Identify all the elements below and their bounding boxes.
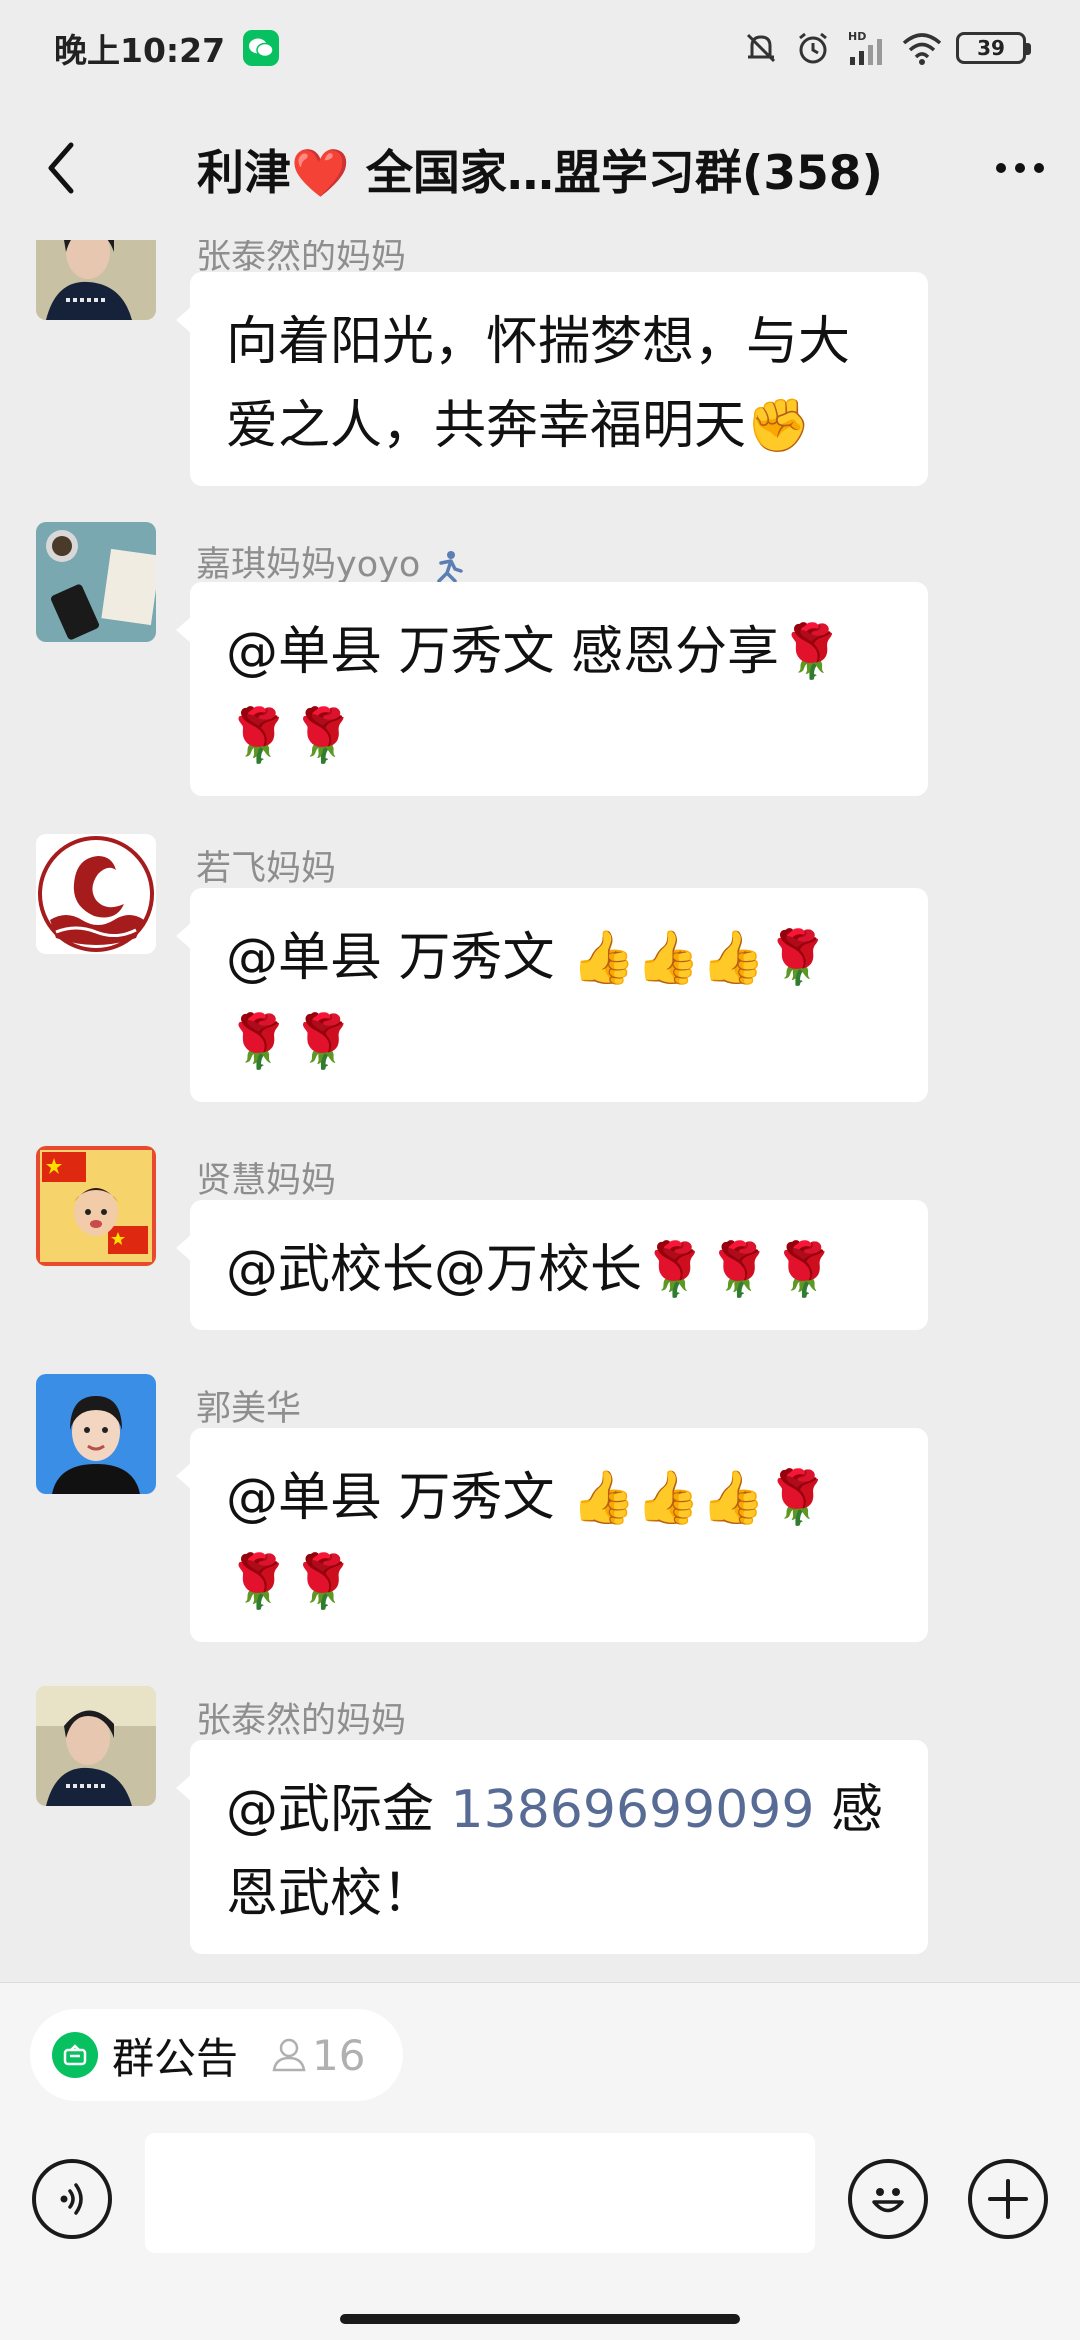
sender-avatar[interactable] [36, 522, 156, 642]
person-icon [272, 2038, 306, 2072]
more-dot [1034, 163, 1044, 173]
sender-avatar[interactable] [36, 1374, 156, 1494]
announcement-icon [52, 2032, 98, 2078]
smiley-icon [872, 2188, 904, 2213]
wechat-notification-icon [243, 30, 280, 66]
sender-avatar[interactable] [36, 240, 156, 320]
sender-name: 郭美华 [196, 1389, 302, 1429]
network-label: HD [848, 30, 866, 43]
mute-icon [742, 29, 780, 67]
message-input[interactable] [145, 2133, 815, 2253]
mention-text: @武际金 [226, 1780, 451, 1840]
message-bubble[interactable]: @武校长@万校长🌹🌹🌹 [176, 1200, 928, 1330]
sender-avatar[interactable] [36, 1686, 156, 1806]
battery-indicator: 39 [956, 32, 1031, 64]
status-icons: HD 39 [742, 29, 1031, 67]
message-bubble[interactable]: @单县 万秀文 👍👍👍🌹🌹🌹 [176, 1428, 928, 1642]
wechat-group-chat: 晚上10:27 HD 39 利津❤️ 全国家…盟学习群(358) 张泰然的妈妈 … [0, 0, 1080, 2340]
status-time: 晚上10:27 [54, 31, 226, 70]
input-row [0, 2133, 1080, 2263]
group-announcement-chip[interactable]: 群公告 16 [30, 2009, 404, 2101]
sender-avatar[interactable] [36, 834, 156, 954]
voice-icon [60, 2183, 83, 2215]
message-bubble[interactable]: 向着阳光，怀揣梦想，与大爱之人，共奔幸福明天✊ [176, 272, 928, 486]
more-functions-button[interactable] [968, 2159, 1048, 2239]
message-list[interactable]: 张泰然的妈妈 向着阳光，怀揣梦想，与大爱之人，共奔幸福明天✊ 嘉琪妈妈yoyo … [0, 240, 1080, 1982]
message-bubble[interactable]: @武际金 13869699099 感恩武校！ [176, 1740, 928, 1954]
wifi-icon [902, 31, 942, 65]
sender-name: 贤慧妈妈 [196, 1161, 337, 1201]
sender-name: 张泰然的妈妈 [196, 1701, 407, 1741]
chat-header: 利津❤️ 全国家…盟学习群(358) [0, 96, 1080, 240]
home-indicator[interactable] [340, 2314, 740, 2324]
message-bubble[interactable]: @单县 万秀文 感恩分享🌹🌹🌹 [176, 582, 928, 796]
announcement-label: 群公告 [112, 2033, 239, 2083]
member-count-value: 16 [312, 2030, 366, 2080]
more-options-button[interactable] [960, 96, 1080, 240]
member-count: 16 [270, 2031, 365, 2080]
alarm-icon [794, 29, 832, 67]
bottom-panel: 群公告 16 [0, 1982, 1080, 2340]
sender-name: 若飞妈妈 [196, 849, 337, 889]
more-dot [996, 163, 1006, 173]
chat-title: 利津❤️ 全国家…盟学习群(358) [197, 145, 883, 201]
emoji-button[interactable] [848, 2159, 928, 2239]
chevron-left-icon [48, 142, 74, 194]
signal-icon: HD [846, 29, 888, 67]
message-bubble[interactable]: @单县 万秀文 👍👍👍🌹🌹🌹 [176, 888, 928, 1102]
voice-input-button[interactable] [32, 2159, 112, 2239]
phone-number-link[interactable]: 13869699099 [451, 1780, 815, 1840]
status-bar: 晚上10:27 HD 39 [0, 0, 1080, 96]
plus-icon [988, 2179, 1028, 2219]
more-dot [1015, 163, 1025, 173]
running-status-icon [437, 551, 464, 583]
sender-name: 嘉琪妈妈yoyo [196, 536, 465, 587]
back-button[interactable] [0, 96, 120, 240]
sender-avatar[interactable] [36, 1146, 156, 1266]
